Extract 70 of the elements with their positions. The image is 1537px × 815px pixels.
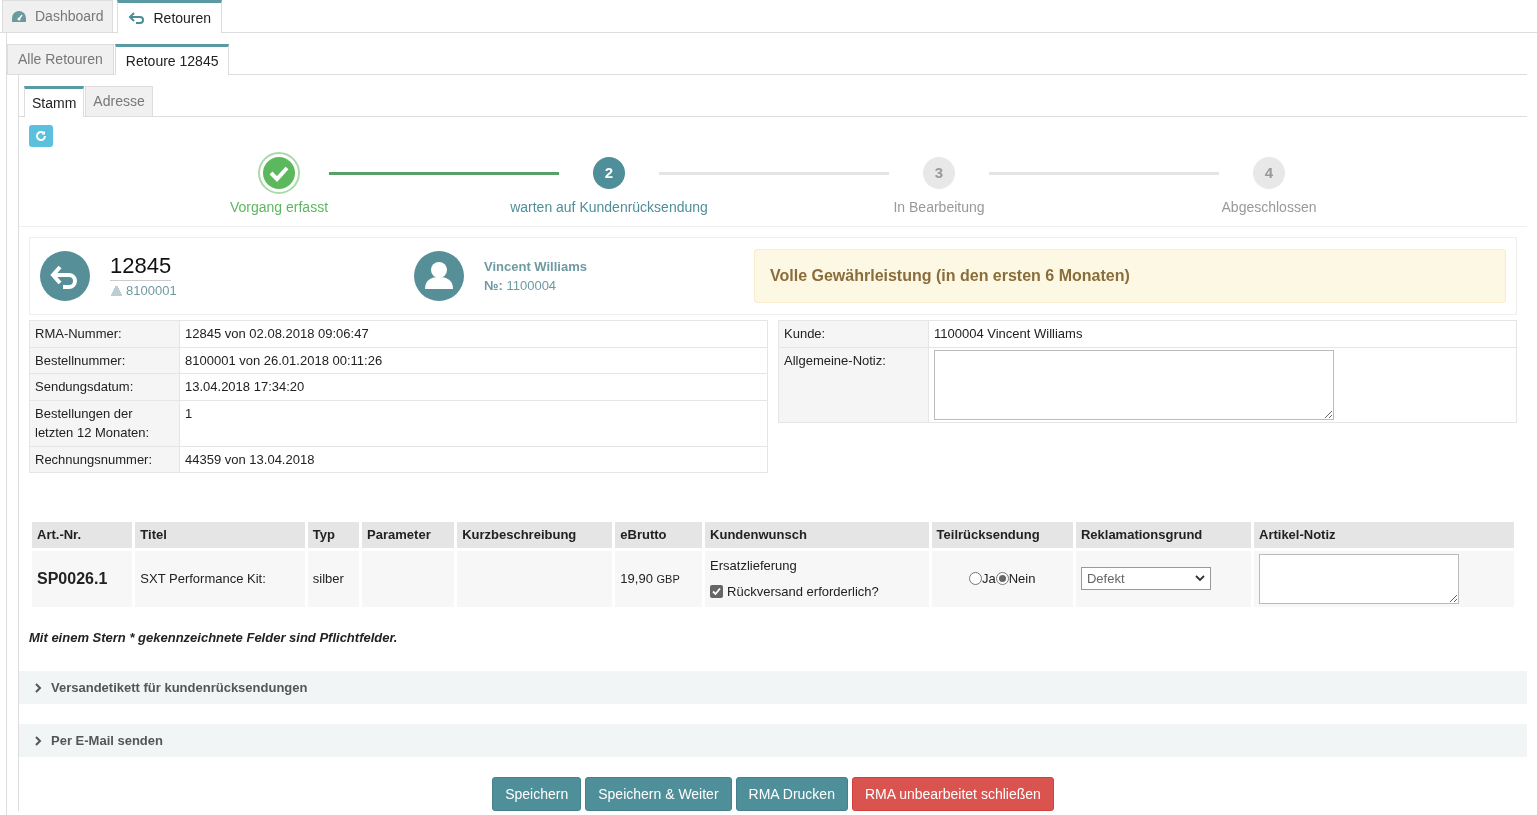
field-value: 13.04.2018 17:34:20 bbox=[179, 373, 768, 400]
column-header: Reklamationsgrund bbox=[1075, 522, 1251, 548]
column-header: Titel bbox=[135, 522, 305, 548]
step-label: In Bearbeitung bbox=[893, 198, 985, 217]
radio-button[interactable] bbox=[995, 572, 1009, 585]
field-value: 12845 von 02.08.2018 09:06:47 bbox=[179, 320, 768, 347]
step-label: Abgeschlossen bbox=[1221, 198, 1317, 217]
customer-number: №: 1100004 bbox=[484, 277, 558, 295]
field-label: RMA-Nummer: bbox=[29, 320, 180, 347]
field-value: 1 bbox=[179, 400, 768, 446]
customer-name: Vincent Williams bbox=[484, 257, 588, 276]
field-value: 8100001 von 26.01.2018 00:11:26 bbox=[179, 347, 768, 374]
refresh-icon bbox=[35, 130, 47, 142]
column-header: Kurzbeschreibung bbox=[457, 522, 613, 548]
item-note-field[interactable] bbox=[1259, 553, 1459, 604]
gauge-icon bbox=[11, 10, 27, 23]
inner-tab[interactable]: Adresse bbox=[85, 86, 153, 116]
step-label: Vorgang erfasst bbox=[229, 198, 329, 217]
top-tab[interactable]: Retouren bbox=[116, 0, 223, 33]
rma-number: 12845 bbox=[110, 251, 172, 281]
step-number: 3 bbox=[923, 157, 955, 189]
field-value: 44359 von 13.04.2018 bbox=[179, 446, 768, 473]
radio-label: Nein bbox=[1008, 569, 1036, 588]
column-header: Typ bbox=[307, 522, 360, 548]
field-value: 1100004 Vincent Williams bbox=[928, 320, 1517, 347]
return-arrow-icon bbox=[127, 12, 146, 24]
step-label: warten auf Kundenrücksendung bbox=[510, 198, 708, 217]
column-header: eBrutto bbox=[615, 522, 703, 548]
action-button[interactable]: RMA Drucken bbox=[735, 777, 848, 811]
checkbox[interactable] bbox=[710, 584, 724, 598]
column-header: Artikel-Notiz bbox=[1254, 522, 1514, 548]
collapsible-section[interactable]: Versandetikett für kundenrücksendungen bbox=[19, 671, 1527, 704]
action-button[interactable]: Speichern bbox=[492, 777, 582, 811]
refresh-button[interactable] bbox=[29, 125, 53, 147]
table-cell: silber bbox=[307, 550, 360, 607]
required-notice: Mit einem Stern * gekennzeichnete Felder sind Pflichtfelder. bbox=[29, 628, 399, 647]
column-header: Parameter bbox=[362, 522, 455, 548]
step-number: 2 bbox=[593, 157, 625, 189]
checkbox-label: Rückversand erforderlich? bbox=[727, 582, 879, 601]
table-cell: SXT Performance Kit: bbox=[135, 550, 305, 607]
field-label: Bestellnummer: bbox=[29, 347, 180, 374]
action-button[interactable]: Speichern & Weiter bbox=[585, 777, 732, 811]
chevron-icon bbox=[35, 735, 42, 746]
field-label: Sendungsdatum: bbox=[29, 373, 180, 400]
collapsible-section[interactable]: Per E-Mail senden bbox=[19, 724, 1527, 757]
field-label: Allgemeine-Notiz: bbox=[778, 347, 929, 422]
field-label: Rechnungsnummer: bbox=[29, 446, 180, 473]
table-cell: SP0026.1 bbox=[32, 550, 133, 607]
column-header: Teilrücksendung bbox=[931, 522, 1073, 548]
step-number: 4 bbox=[1253, 157, 1285, 189]
order-number: 8100001 bbox=[126, 281, 177, 300]
field-label: Kunde: bbox=[778, 320, 929, 347]
sub-tab[interactable]: Retoure 12845 bbox=[114, 44, 230, 75]
price: 19,90 GBP bbox=[620, 570, 680, 586]
inner-tab[interactable]: Stamm bbox=[24, 86, 85, 117]
sub-tab[interactable]: Alle Retouren bbox=[7, 44, 114, 74]
warranty-alert: Volle Gewährleistung (in den ersten 6 Monaten) bbox=[754, 249, 1506, 303]
column-header: Art.-Nr. bbox=[32, 522, 133, 548]
top-tab[interactable]: Dashboard bbox=[2, 0, 113, 32]
radio-button[interactable] bbox=[969, 572, 982, 585]
action-button[interactable]: RMA unbearbeitet schließen bbox=[851, 777, 1054, 811]
field-label: Bestellungen der letzten 12 Monaten: bbox=[29, 400, 180, 446]
chevron-down-icon bbox=[1194, 575, 1205, 582]
column-header: Kundenwunsch bbox=[705, 522, 929, 548]
note-field[interactable] bbox=[934, 349, 1334, 420]
customer-wish: Ersatzlieferung bbox=[710, 557, 798, 575]
reason-dropdown[interactable]: Defekt bbox=[1080, 567, 1211, 590]
chevron-icon bbox=[35, 682, 42, 693]
avatar-icon bbox=[414, 251, 464, 301]
radio-label: Ja bbox=[982, 569, 996, 588]
